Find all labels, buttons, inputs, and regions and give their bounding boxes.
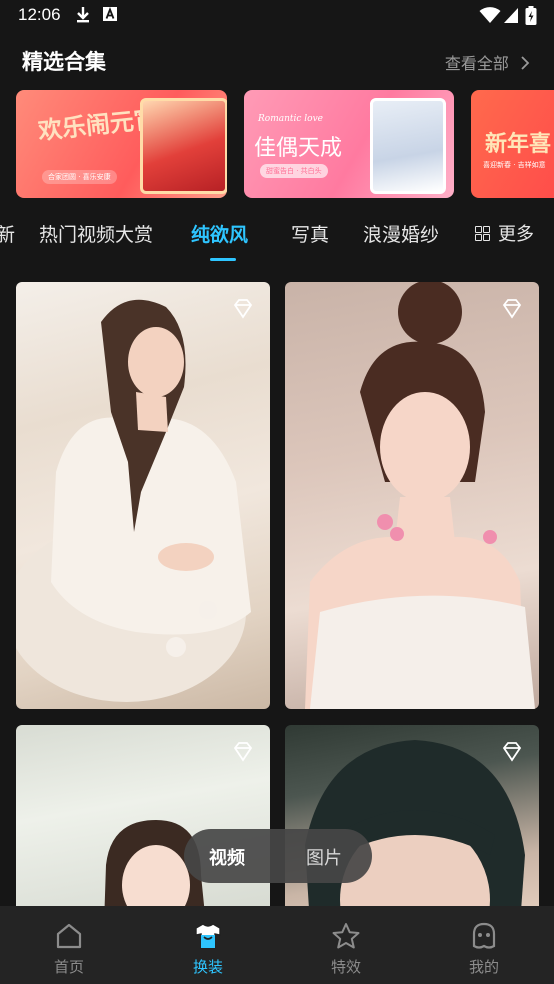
template-card[interactable] xyxy=(285,725,539,925)
chevron-right-icon xyxy=(521,56,530,70)
diamond-icon xyxy=(502,742,522,762)
bottom-nav: 首页 换装 特效 我的 xyxy=(0,906,554,984)
banner-romantic-love[interactable]: Romantic love 佳偶天成 甜蜜告白 · 共白头 xyxy=(244,90,454,198)
wifi-icon xyxy=(479,7,501,23)
nav-profile[interactable]: 我的 xyxy=(415,906,553,984)
diamond-icon xyxy=(233,742,253,762)
toggle-video[interactable]: 视频 xyxy=(209,844,245,870)
home-icon xyxy=(56,923,82,949)
card-image xyxy=(16,299,251,702)
grid-icon xyxy=(475,226,490,241)
more-label: 更多 xyxy=(498,224,534,245)
star-icon xyxy=(332,923,360,949)
nav-label: 首页 xyxy=(53,958,84,976)
collections-header: 精选合集 查看全部 xyxy=(0,40,554,80)
nav-label: 特效 xyxy=(330,958,361,976)
download-icon xyxy=(77,7,89,23)
section-title: 精选合集 xyxy=(22,50,106,74)
banner-lantern-festival[interactable]: 欢乐闹元宵 合家团圆 · 喜乐安康 xyxy=(16,90,227,198)
card-image xyxy=(305,282,535,709)
nav-home[interactable]: 首页 xyxy=(0,906,138,984)
banner-subtitle: 合家团圆 · 喜乐安康 xyxy=(42,170,117,184)
nav-outfit[interactable]: 换装 xyxy=(139,906,277,984)
tab-new[interactable]: 新 xyxy=(0,220,15,247)
more-categories-button[interactable]: 更多 xyxy=(475,220,534,246)
banner-title-en: Romantic love xyxy=(258,114,323,124)
nav-label: 换装 xyxy=(192,958,223,976)
banner-image xyxy=(140,98,227,194)
banner-subtitle: 甜蜜告白 · 共白头 xyxy=(260,164,328,178)
keyboard-a-icon xyxy=(103,7,117,21)
status-bar: 12:06 xyxy=(0,0,554,32)
tab-portrait[interactable]: 写真 xyxy=(291,220,329,247)
media-type-toggle: 视频 图片 xyxy=(184,829,372,883)
toggle-image[interactable]: 图片 xyxy=(306,844,342,870)
status-time: 12:06 xyxy=(18,5,61,24)
tab-wedding[interactable]: 浪漫婚纱 xyxy=(363,220,439,247)
banner-title: 佳偶天成 xyxy=(254,136,343,161)
banner-image xyxy=(370,98,446,194)
diamond-icon xyxy=(502,299,522,319)
outfit-icon xyxy=(195,923,221,949)
banner-subtitle: 喜迎新春 · 吉祥如意 xyxy=(483,161,546,169)
banner-new-year[interactable]: 新年喜 喜迎新春 · 吉祥如意 xyxy=(471,90,554,198)
template-card[interactable] xyxy=(16,725,270,925)
banner-title: 新年喜 xyxy=(485,132,552,157)
battery-icon xyxy=(525,6,537,25)
tab-pure-style[interactable]: 纯欲风 xyxy=(191,220,248,247)
nav-label: 我的 xyxy=(468,958,499,976)
view-all-link[interactable]: 查看全部 xyxy=(445,50,530,74)
diamond-icon xyxy=(233,299,253,319)
nav-effects[interactable]: 特效 xyxy=(277,906,415,984)
template-card[interactable] xyxy=(16,282,270,709)
signal-icon xyxy=(504,8,518,23)
profile-icon xyxy=(472,922,496,949)
tab-hot-videos[interactable]: 热门视频大赏 xyxy=(39,220,153,247)
active-tab-indicator xyxy=(210,258,236,261)
view-all-label: 查看全部 xyxy=(444,54,509,73)
template-card[interactable] xyxy=(285,282,539,709)
collection-carousel[interactable]: 欢乐闹元宵 合家团圆 · 喜乐安康 Romantic love 佳偶天成 甜蜜告… xyxy=(0,90,554,198)
category-tabs: 新 热门视频大赏 纯欲风 写真 浪漫婚纱 更多 xyxy=(0,212,554,262)
